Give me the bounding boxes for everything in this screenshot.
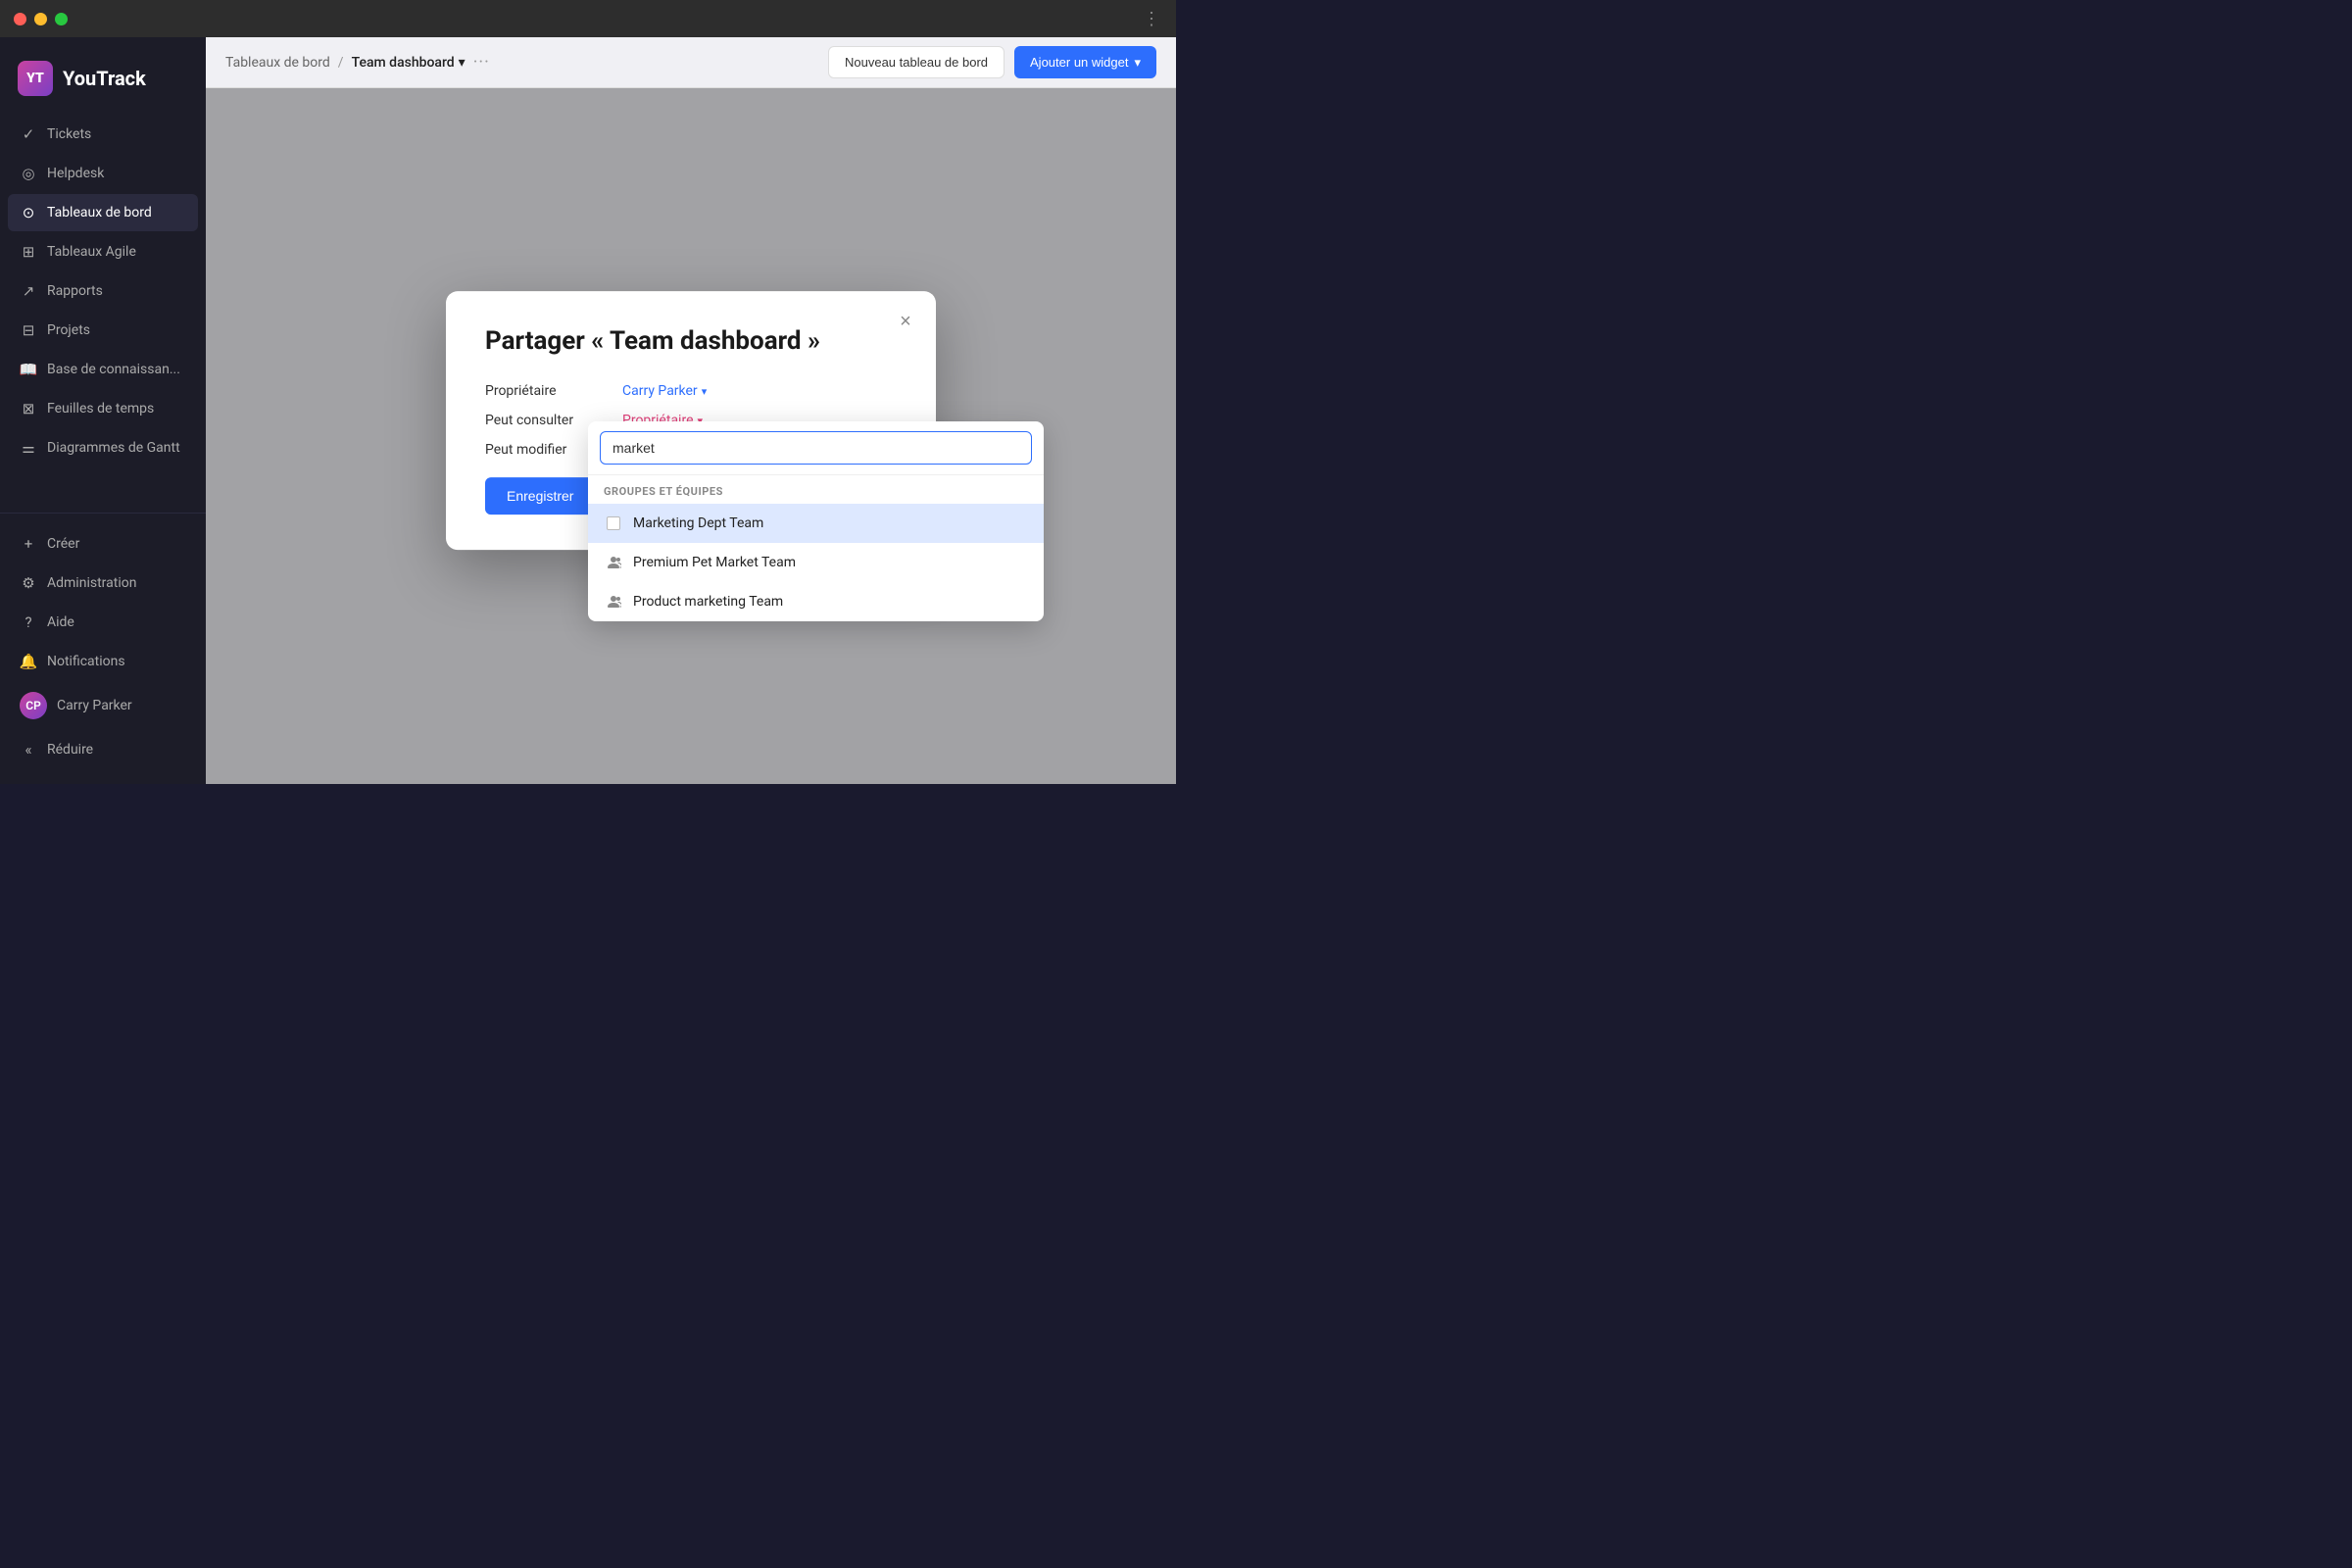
sidebar-item-feuilles-temps[interactable]: ⊠ Feuilles de temps: [8, 390, 198, 427]
sidebar-label-tableaux-bord: Tableaux de bord: [47, 205, 152, 220]
group-icon-2: [604, 592, 623, 612]
chevron-down-icon: ▾: [459, 55, 466, 71]
feuilles-temps-icon: ⊠: [20, 400, 37, 417]
header-actions: Nouveau tableau de bord Ajouter un widge…: [828, 46, 1156, 78]
sidebar-logo[interactable]: YT YouTrack: [0, 53, 206, 116]
tickets-icon: ✓: [20, 125, 37, 143]
sidebar-item-tableaux-bord[interactable]: ⊙ Tableaux de bord: [8, 194, 198, 231]
empty-checkbox: [607, 516, 620, 530]
sidebar-label-creer: Créer: [47, 536, 79, 552]
sidebar-item-base-connaissance[interactable]: 📖 Base de connaissan...: [8, 351, 198, 388]
sidebar-label-notifications: Notifications: [47, 654, 125, 669]
enregistrer-button[interactable]: Enregistrer: [485, 477, 595, 514]
breadcrumb: Tableaux de bord / Team dashboard ▾ ···: [225, 52, 490, 73]
app-name: YouTrack: [63, 67, 146, 90]
more-options-icon[interactable]: ···: [473, 52, 490, 73]
dropdown-item-label-premium-pet: Premium Pet Market Team: [633, 555, 796, 570]
projets-icon: ⊟: [20, 321, 37, 339]
app-layout: YT YouTrack ✓ Tickets ◎ Helpdesk ⊙ Table…: [0, 37, 1176, 784]
diagrammes-gantt-icon: ⚌: [20, 439, 37, 457]
sidebar-label-tableaux-agile: Tableaux Agile: [47, 244, 136, 260]
sidebar-label-aide: Aide: [47, 614, 74, 630]
logo-icon: YT: [18, 61, 53, 96]
tableaux-agile-icon: ⊞: [20, 243, 37, 261]
user-name: Carry Parker: [57, 698, 132, 713]
avatar: CP: [20, 692, 47, 719]
ajouter-widget-button[interactable]: Ajouter un widget ▾: [1014, 46, 1156, 78]
search-input[interactable]: [600, 431, 1032, 465]
dropdown-item-marketing-dept[interactable]: Marketing Dept Team: [588, 504, 1044, 543]
window-chrome: ⋮: [0, 0, 1176, 37]
modal-title: Partager « Team dashboard »: [485, 326, 897, 356]
dropdown-section-label: GROUPES ET ÉQUIPES: [588, 475, 1044, 504]
sidebar-reduce[interactable]: « Réduire: [8, 731, 198, 768]
notifications-icon: 🔔: [20, 653, 37, 670]
proprietaire-row: Propriétaire Carry Parker ▾: [485, 383, 897, 399]
nouveau-tableau-button[interactable]: Nouveau tableau de bord: [828, 46, 1004, 78]
sidebar-label-diagrammes-gantt: Diagrammes de Gantt: [47, 440, 180, 456]
sidebar-label-tickets: Tickets: [47, 126, 91, 142]
sidebar-item-helpdesk[interactable]: ◎ Helpdesk: [8, 155, 198, 192]
header: Tableaux de bord / Team dashboard ▾ ··· …: [206, 37, 1176, 88]
sidebar-item-tableaux-agile[interactable]: ⊞ Tableaux Agile: [8, 233, 198, 270]
administration-icon: ⚙: [20, 574, 37, 592]
breadcrumb-parent[interactable]: Tableaux de bord: [225, 55, 330, 71]
sidebar-item-projets[interactable]: ⊟ Projets: [8, 312, 198, 349]
sidebar: YT YouTrack ✓ Tickets ◎ Helpdesk ⊙ Table…: [0, 37, 206, 784]
aide-icon: ?: [20, 613, 37, 631]
sidebar-bottom: + Créer ⚙ Administration ? Aide 🔔 Notifi…: [0, 513, 206, 768]
creer-icon: +: [20, 535, 37, 553]
sidebar-label-rapports: Rapports: [47, 283, 103, 299]
breadcrumb-separator: /: [338, 55, 344, 71]
close-button[interactable]: [14, 13, 26, 25]
main-content: Tableaux de bord / Team dashboard ▾ ··· …: [206, 37, 1176, 784]
dropdown-item-label-marketing-dept: Marketing Dept Team: [633, 515, 763, 531]
sidebar-label-helpdesk: Helpdesk: [47, 166, 104, 181]
proprietaire-user[interactable]: Carry Parker: [622, 383, 698, 399]
dropdown-item-label-product-marketing: Product marketing Team: [633, 594, 783, 610]
group-icon-1: [604, 553, 623, 572]
proprietaire-label: Propriétaire: [485, 383, 622, 399]
sidebar-item-administration[interactable]: ⚙ Administration: [8, 564, 198, 602]
breadcrumb-current-label: Team dashboard: [352, 55, 455, 71]
ajouter-chevron-icon: ▾: [1134, 55, 1141, 71]
reduce-label: Réduire: [47, 742, 93, 758]
reduce-icon: «: [20, 741, 37, 759]
rapports-icon: ↗: [20, 282, 37, 300]
breadcrumb-current[interactable]: Team dashboard ▾: [352, 55, 466, 71]
proprietaire-value: Carry Parker ▾: [622, 383, 707, 399]
sidebar-label-base-connaissance: Base de connaissan...: [47, 362, 180, 377]
sidebar-label-administration: Administration: [47, 575, 136, 591]
dropdown-item-premium-pet[interactable]: Premium Pet Market Team: [588, 543, 1044, 582]
sidebar-item-tickets[interactable]: ✓ Tickets: [8, 116, 198, 153]
base-connaissance-icon: 📖: [20, 361, 37, 378]
sidebar-item-notifications[interactable]: 🔔 Notifications: [8, 643, 198, 680]
sidebar-item-rapports[interactable]: ↗ Rapports: [8, 272, 198, 310]
dropdown-search-container: [588, 421, 1044, 475]
sidebar-item-diagrammes-gantt[interactable]: ⚌ Diagrammes de Gantt: [8, 429, 198, 466]
helpdesk-icon: ◎: [20, 165, 37, 182]
modal-close-button[interactable]: ×: [891, 307, 920, 336]
dropdown-item-product-marketing[interactable]: Product marketing Team: [588, 582, 1044, 621]
search-dropdown: GROUPES ET ÉQUIPES Marketing Dept Team: [588, 421, 1044, 621]
sidebar-label-projets: Projets: [47, 322, 90, 338]
sidebar-label-feuilles-temps: Feuilles de temps: [47, 401, 154, 416]
sidebar-nav: ✓ Tickets ◎ Helpdesk ⊙ Tableaux de bord …: [0, 116, 206, 493]
proprietaire-chevron-icon[interactable]: ▾: [702, 385, 708, 398]
sidebar-item-creer[interactable]: + Créer: [8, 525, 198, 563]
minimize-button[interactable]: [34, 13, 47, 25]
tableaux-bord-icon: ⊙: [20, 204, 37, 221]
window-menu-icon[interactable]: ⋮: [1143, 9, 1162, 29]
sidebar-item-aide[interactable]: ? Aide: [8, 604, 198, 641]
sidebar-user[interactable]: CP Carry Parker: [8, 682, 198, 729]
content-area: Utilisez cet espace pour suivre les info…: [206, 88, 1176, 784]
checkbox-icon: [604, 514, 623, 533]
maximize-button[interactable]: [55, 13, 68, 25]
